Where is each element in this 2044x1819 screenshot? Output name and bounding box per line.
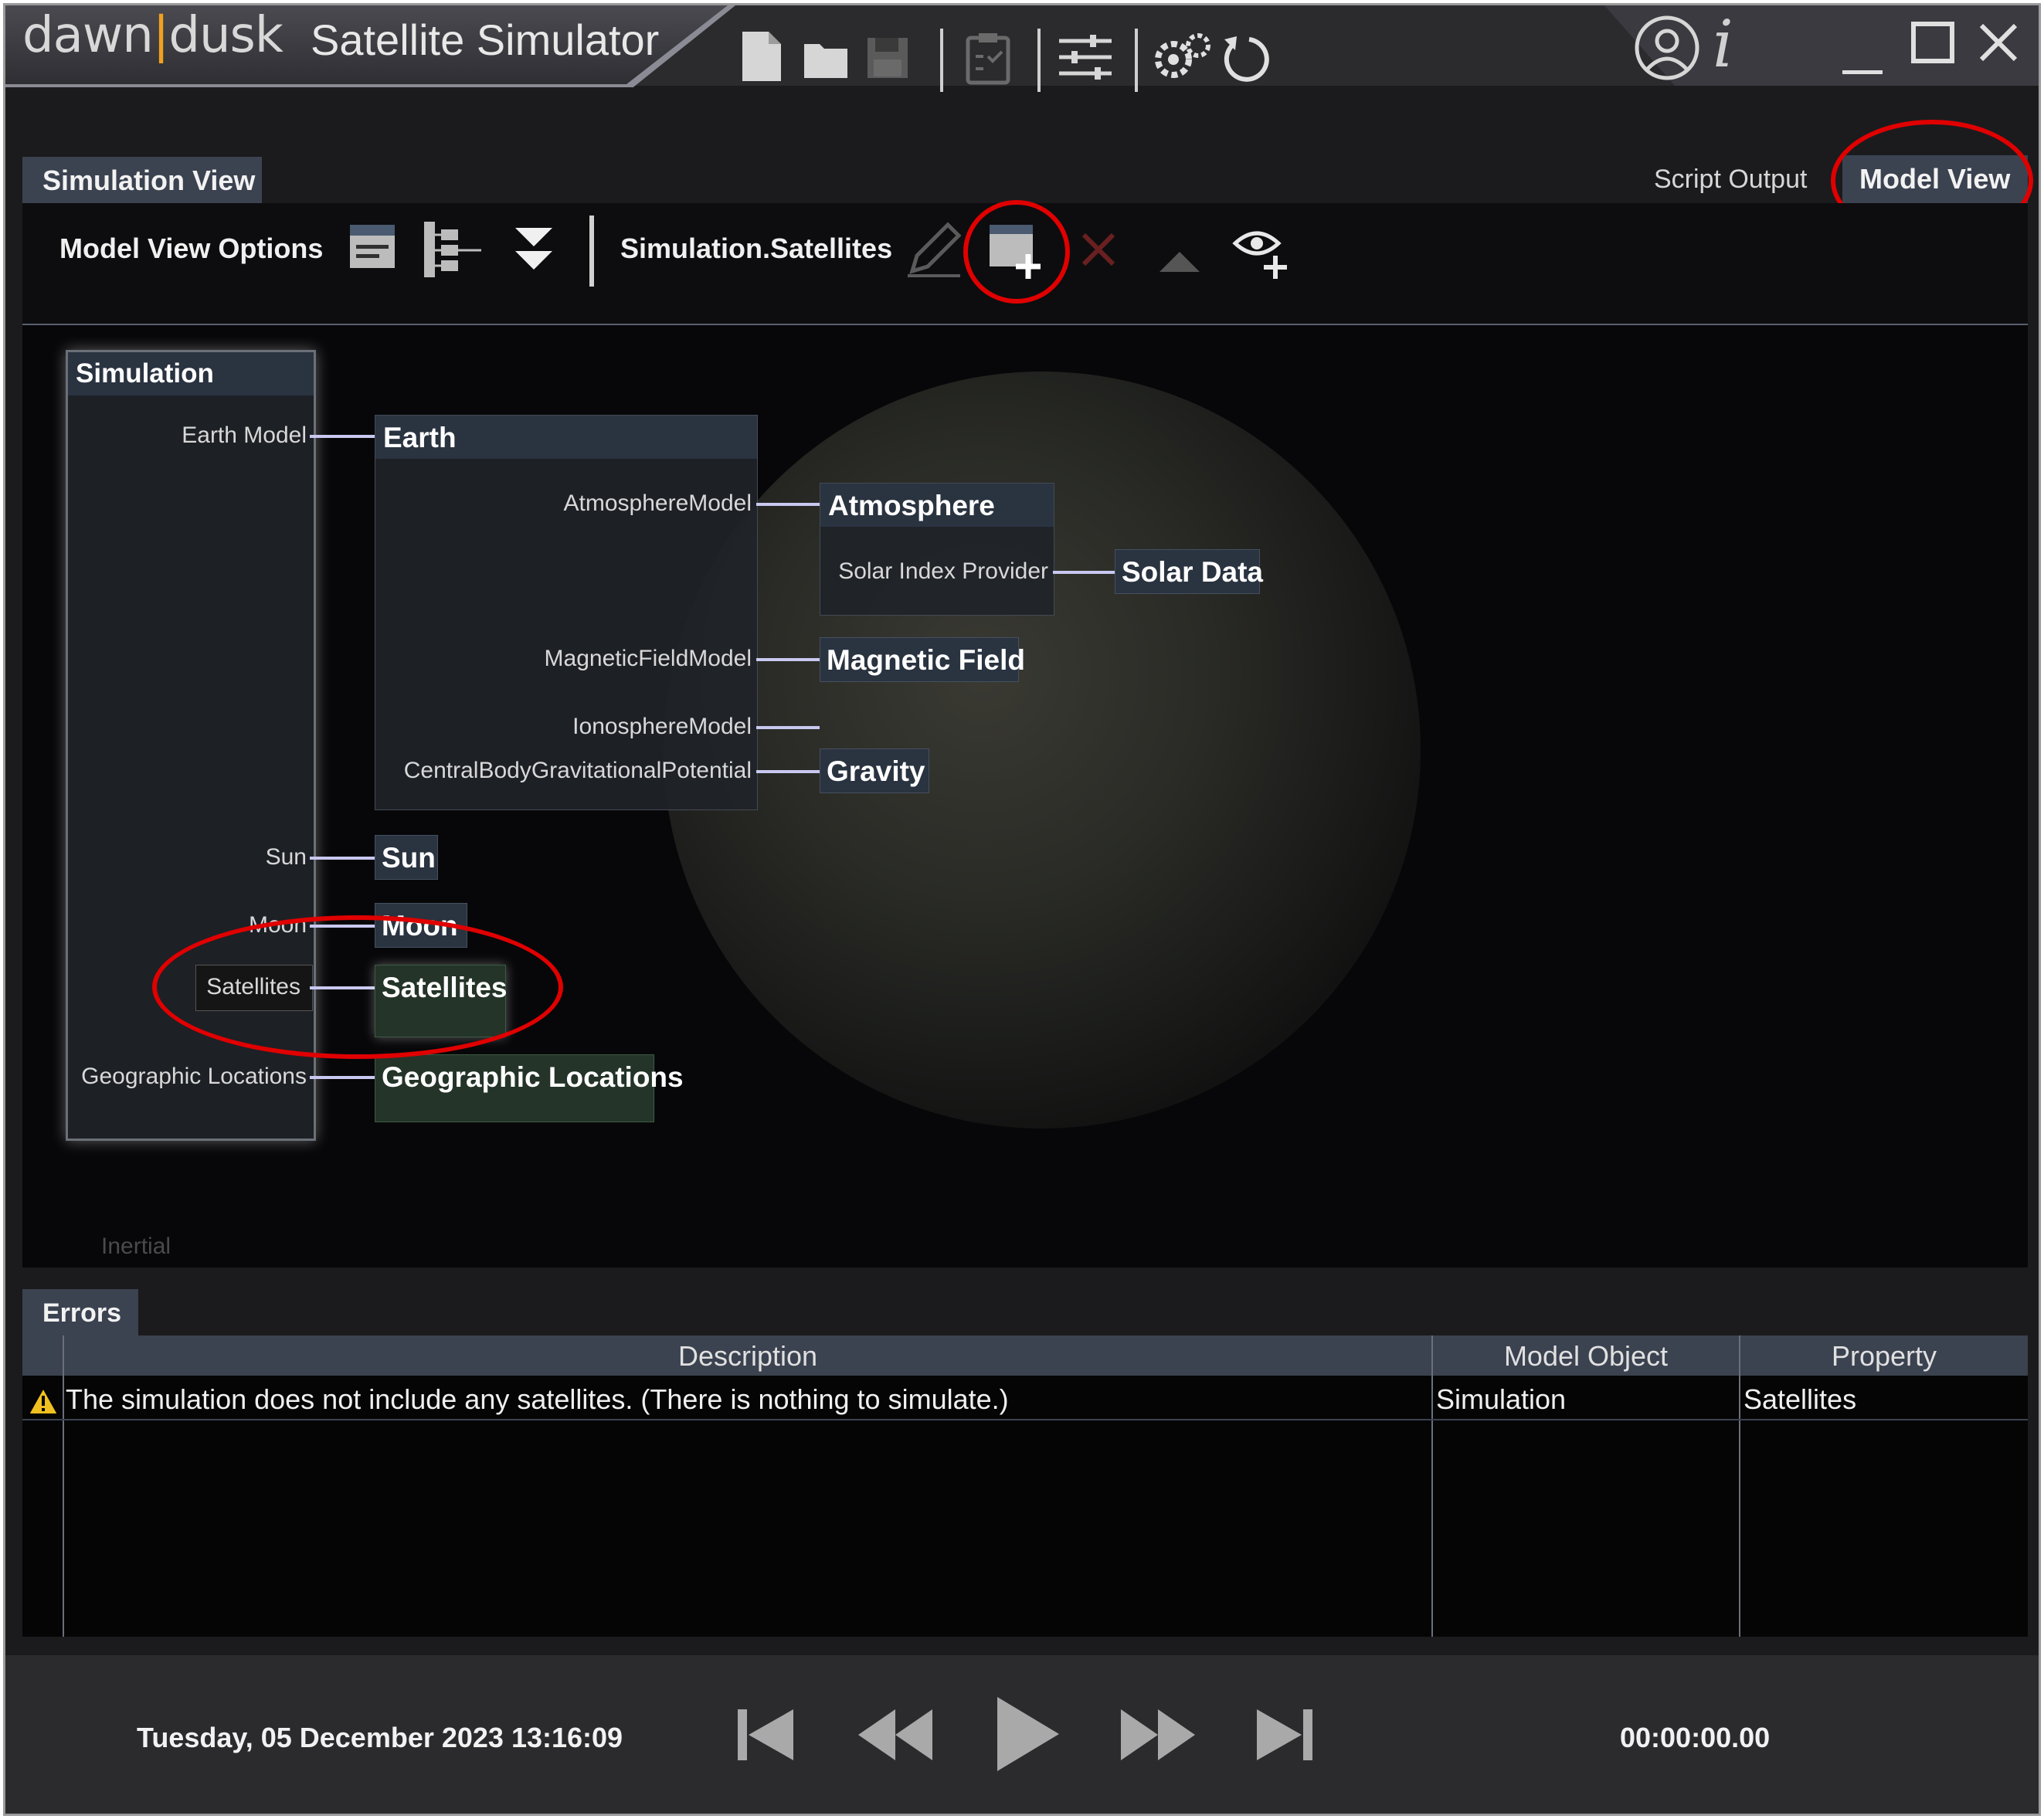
title-bar: dawn|dusk Satellite Simulator i: [5, 5, 2039, 92]
model-view-options-label: Model View Options: [59, 232, 324, 264]
maximize-icon[interactable]: [1910, 21, 1955, 73]
clipboard-icon[interactable]: [963, 30, 1013, 94]
user-icon[interactable]: [1634, 15, 1700, 90]
simulation-node-title: Simulation: [76, 358, 214, 389]
prop-atmosphere-model[interactable]: AtmosphereModel: [382, 490, 752, 517]
skip-to-end-icon[interactable]: [1254, 1699, 1316, 1776]
prop-solar-index-provider[interactable]: Solar Index Provider: [826, 558, 1048, 585]
error-model-object[interactable]: Simulation: [1436, 1383, 1566, 1416]
connector: [1053, 571, 1115, 574]
selected-path-label: Simulation.Satellites: [620, 232, 893, 264]
row-divider: [22, 1419, 2028, 1420]
column-divider: [63, 1335, 64, 1637]
simulation-date: Tuesday, 05 December 2023 13:16:09: [137, 1722, 623, 1753]
connector: [756, 658, 820, 661]
prop-earth-model[interactable]: Earth Model: [76, 423, 307, 449]
open-folder-icon[interactable]: [801, 33, 851, 91]
elapsed-time: 00:00:00.00: [1620, 1722, 1771, 1753]
geographic-locations-node[interactable]: Geographic Locations: [375, 1054, 684, 1122]
connector: [310, 857, 375, 860]
col-header-description[interactable]: Description: [64, 1340, 1431, 1373]
atmosphere-node[interactable]: Atmosphere: [820, 483, 1054, 616]
reset-icon[interactable]: [1218, 32, 1274, 96]
warning-icon: [27, 1386, 59, 1420]
rewind-icon[interactable]: [855, 1699, 935, 1776]
col-header-model-object[interactable]: Model Object: [1433, 1340, 1739, 1373]
expand-all-icon[interactable]: [512, 225, 555, 283]
prop-ionosphere-model[interactable]: IonosphereModel: [382, 714, 752, 740]
tab-script-output[interactable]: Script Output: [1654, 165, 1807, 195]
connector: [756, 503, 820, 506]
sun-node-title: Sun: [382, 842, 436, 874]
column-divider: [1739, 1335, 1740, 1637]
save-icon[interactable]: [864, 35, 911, 90]
magnetic-field-node[interactable]: Magnetic Field: [820, 637, 1025, 682]
fast-forward-icon[interactable]: [1118, 1699, 1198, 1776]
play-icon[interactable]: [993, 1694, 1062, 1787]
frame-label: Inertial: [101, 1234, 171, 1259]
collapse-panel-icon[interactable]: [348, 223, 396, 278]
logo-mark: |: [152, 7, 170, 64]
app-window: dawn|dusk Satellite Simulator i Simulati…: [3, 3, 2041, 1816]
toolbar-separator: [1135, 29, 1138, 92]
solar-data-node[interactable]: Solar Data: [1115, 549, 1264, 594]
prop-gravity-model[interactable]: CentralBodyGravitationalPotential: [382, 758, 752, 784]
move-up-icon[interactable]: [1156, 236, 1203, 283]
annotation-circle-add-object: [963, 200, 1070, 304]
prop-magnetic-field-model[interactable]: MagneticFieldModel: [382, 646, 752, 672]
gravity-node[interactable]: Gravity: [820, 748, 929, 793]
add-view-eye-icon[interactable]: [1232, 220, 1294, 290]
earth-node[interactable]: Earth: [375, 415, 758, 810]
minimize-icon[interactable]: [1842, 36, 1883, 84]
magnetic-field-node-title: Magnetic Field: [827, 644, 1025, 676]
column-divider: [1431, 1335, 1433, 1637]
atmosphere-node-title: Atmosphere: [828, 490, 995, 521]
toolbar-separator: [589, 215, 594, 287]
prop-sun[interactable]: Sun: [76, 844, 307, 870]
toolbar-separator: [940, 29, 943, 92]
connector: [310, 435, 375, 438]
logo-text-right: dusk: [168, 7, 284, 64]
settings-icon[interactable]: [1150, 29, 1215, 94]
info-icon[interactable]: i: [1713, 12, 1733, 76]
prop-geographic-locations[interactable]: Geographic Locations: [76, 1064, 307, 1090]
error-property[interactable]: Satellites: [1744, 1383, 1856, 1416]
solar-data-node-title: Solar Data: [1122, 556, 1264, 588]
app-title: Satellite Simulator: [311, 15, 660, 64]
model-view-canvas[interactable]: Inertial Simulation Earth Model Sun Moon…: [22, 325, 2028, 1268]
error-description[interactable]: The simulation does not include any sate…: [66, 1383, 1009, 1416]
annotation-circle-satellites: [152, 915, 563, 1059]
connector: [756, 726, 820, 729]
geographic-locations-node-title: Geographic Locations: [382, 1061, 684, 1093]
tab-simulation-view-label: Simulation View: [42, 165, 256, 196]
col-header-property[interactable]: Property: [1740, 1340, 2028, 1373]
app-logo: dawn|dusk: [22, 7, 284, 64]
connector: [756, 770, 820, 773]
tab-errors[interactable]: Errors: [22, 1289, 138, 1335]
earth-node-title: Earth: [383, 422, 457, 453]
sliders-icon[interactable]: [1056, 32, 1115, 91]
close-icon[interactable]: [1977, 21, 2020, 73]
toolbar-separator: [1037, 29, 1041, 92]
delete-icon[interactable]: [1079, 229, 1118, 277]
errors-table: Description Model Object Property The si…: [22, 1335, 2028, 1637]
tab-errors-label: Errors: [42, 1298, 122, 1328]
skip-to-start-icon[interactable]: [735, 1699, 796, 1776]
logo-text-left: dawn: [22, 7, 154, 64]
new-file-icon[interactable]: [739, 29, 784, 93]
tab-simulation-view[interactable]: Simulation View: [22, 157, 262, 203]
connector: [310, 1076, 375, 1079]
sun-node[interactable]: Sun: [375, 835, 438, 880]
gravity-node-title: Gravity: [827, 755, 925, 787]
edit-pencil-icon[interactable]: [905, 220, 963, 287]
tree-layout-icon[interactable]: [423, 220, 486, 287]
